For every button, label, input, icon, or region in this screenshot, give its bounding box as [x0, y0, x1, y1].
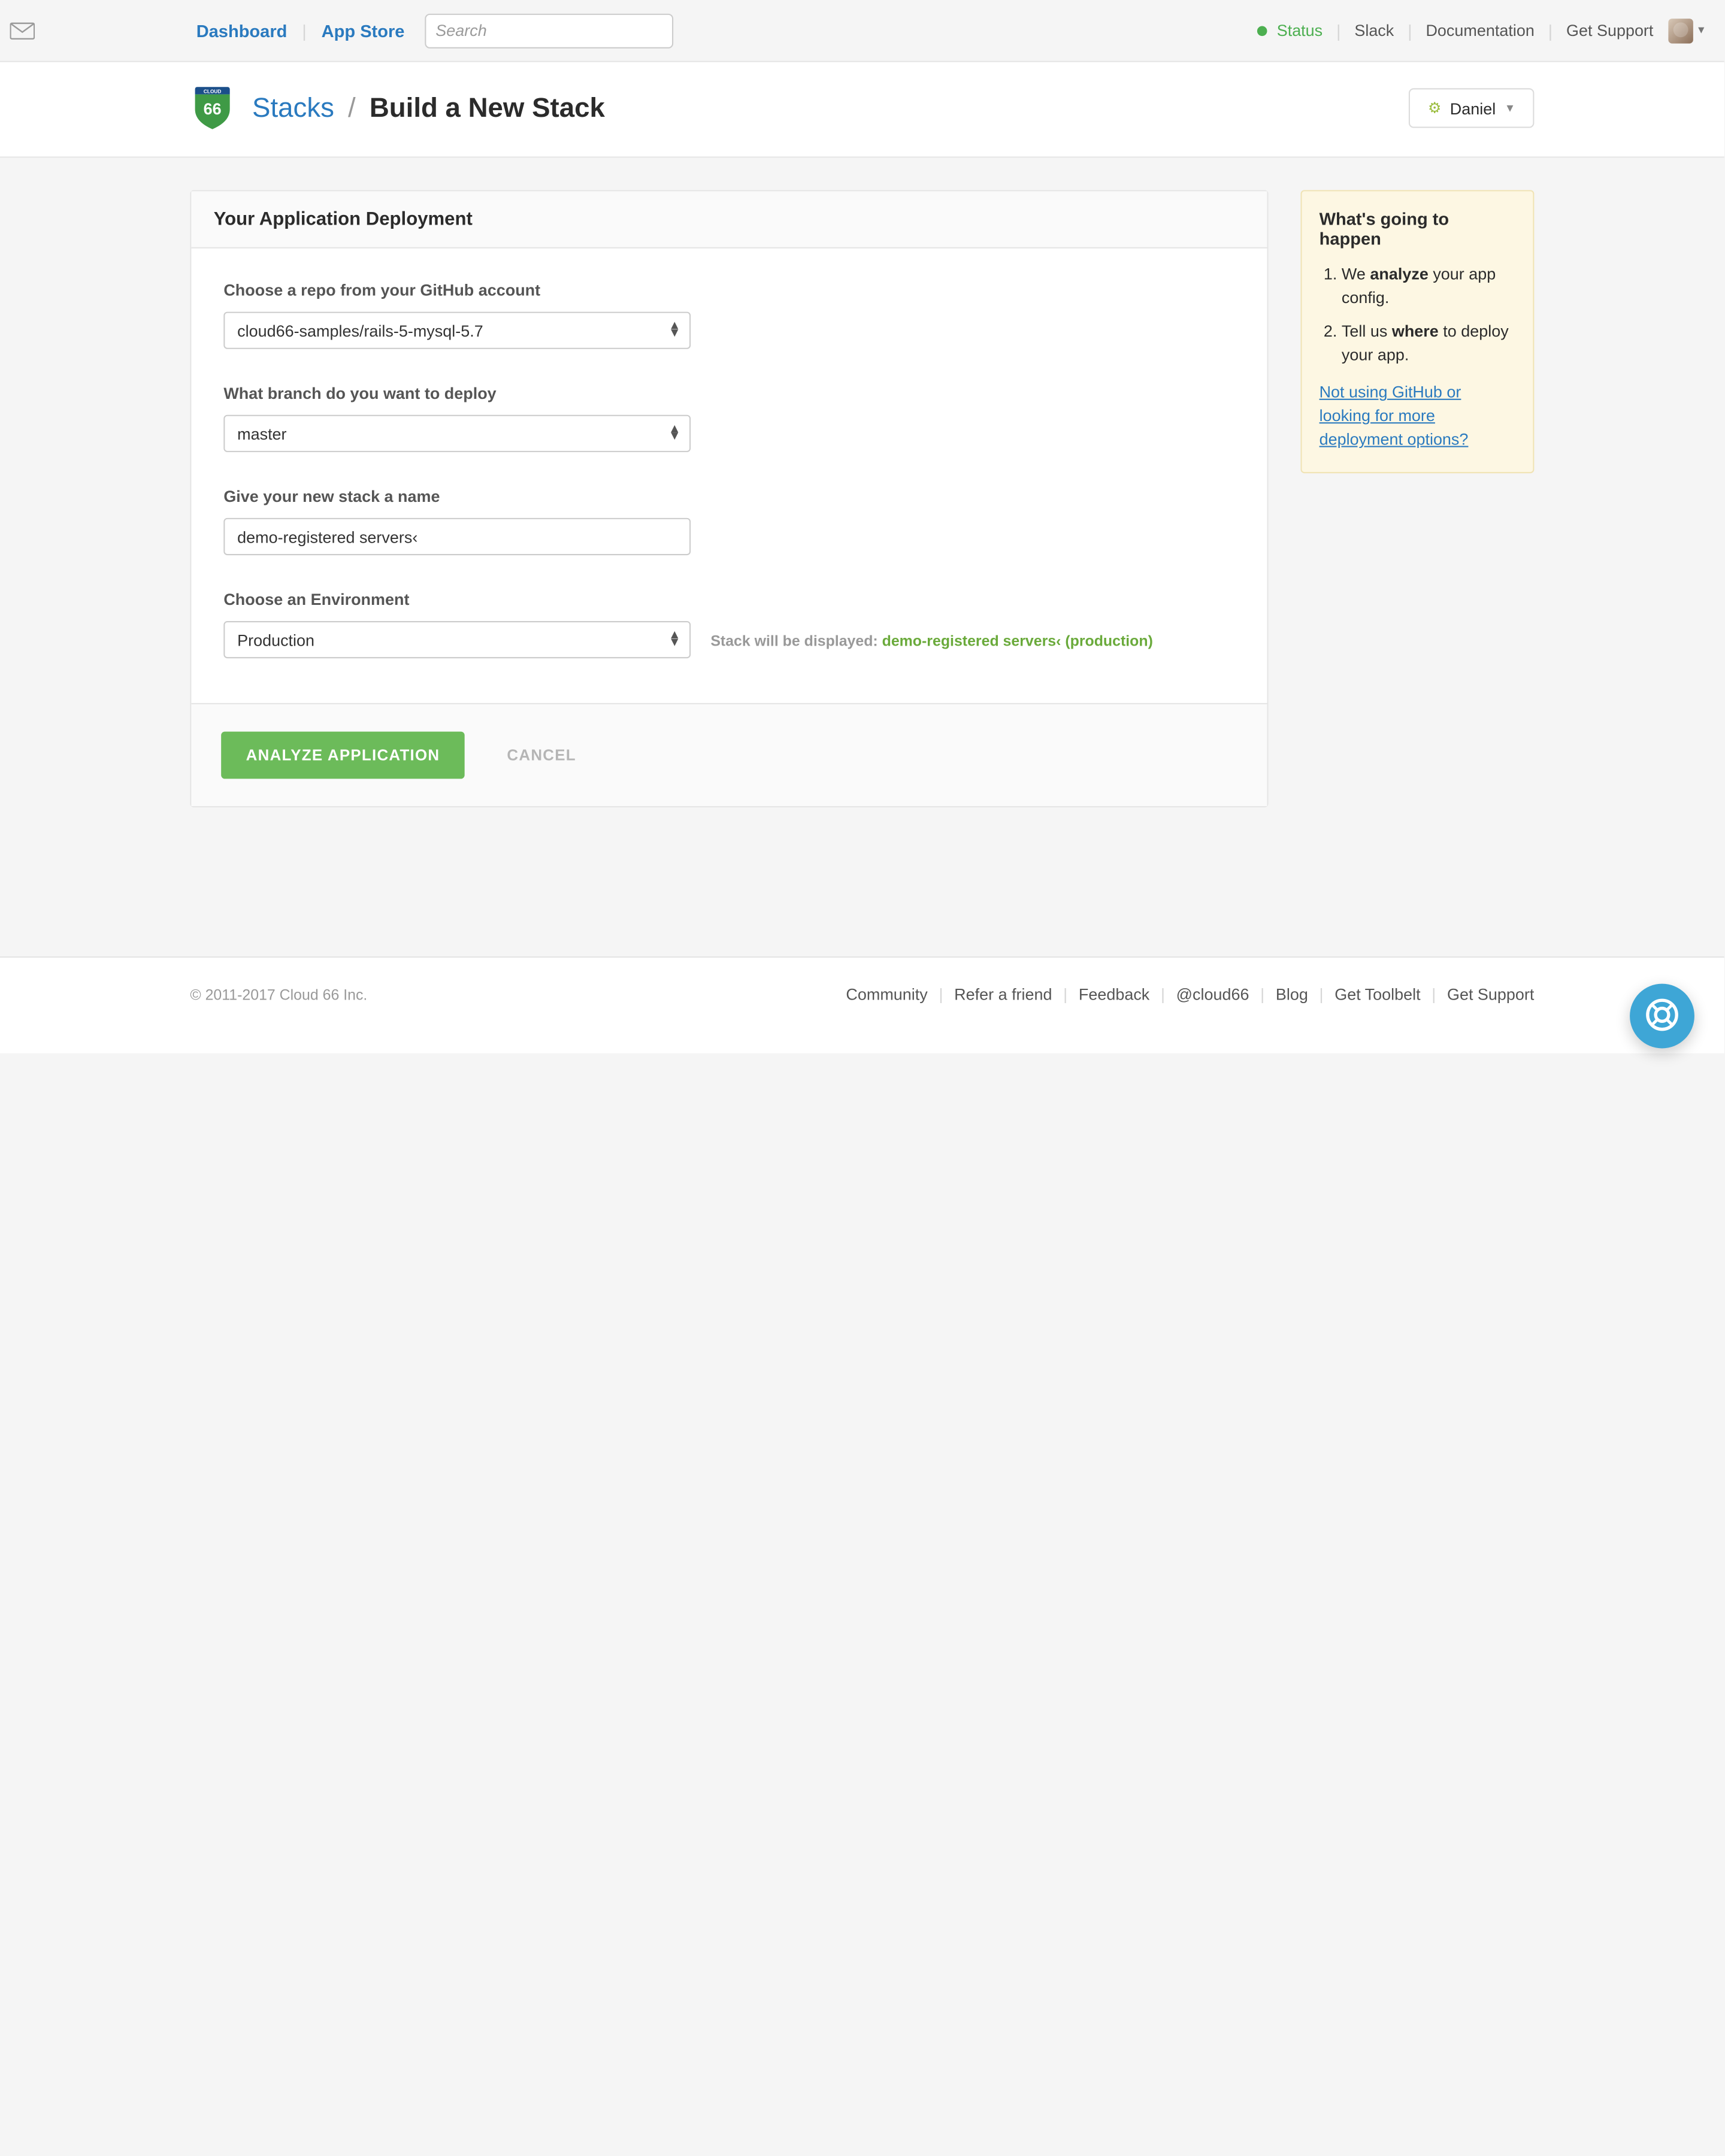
nav-get-support[interactable]: Get Support — [1564, 21, 1656, 40]
status-indicator-icon — [1257, 26, 1267, 36]
lifebuoy-icon — [1645, 997, 1679, 1035]
cloud66-logo-icon: CLOUD 66 — [190, 87, 235, 129]
avatar[interactable] — [1668, 18, 1693, 43]
repo-select[interactable]: cloud66-samples/rails-5-mysql-5.7 — [223, 312, 691, 349]
footer-refer[interactable]: Refer a friend — [954, 985, 1052, 1004]
nav-documentation[interactable]: Documentation — [1423, 21, 1537, 40]
sidebox-title: What's going to happen — [1320, 208, 1516, 248]
footer-feedback[interactable]: Feedback — [1079, 985, 1149, 1004]
nav-slack[interactable]: Slack — [1352, 21, 1396, 40]
branch-label: What branch do you want to deploy — [223, 384, 1234, 402]
environment-label: Choose an Environment — [223, 590, 1234, 608]
svg-text:66: 66 — [204, 100, 222, 118]
stack-display-hint: Stack will be displayed: demo-registered… — [710, 630, 1153, 650]
page-title: Build a New Stack — [370, 92, 605, 123]
sidebox-step-2: Tell us where to deploy your app. — [1342, 320, 1515, 367]
nav-status[interactable]: Status — [1275, 21, 1325, 40]
repo-label: Choose a repo from your GitHub account — [223, 281, 1234, 299]
footer-toolbelt[interactable]: Get Toolbelt — [1334, 985, 1420, 1004]
footer-twitter[interactable]: @cloud66 — [1176, 985, 1249, 1004]
footer-copyright: © 2011-2017 Cloud 66 Inc. — [190, 986, 367, 1003]
analyze-application-button[interactable]: ANALYZE APPLICATION — [221, 732, 465, 779]
user-menu-name: Daniel — [1450, 99, 1496, 117]
breadcrumb: Stacks / Build a New Stack — [252, 92, 605, 124]
nav-separator: | — [302, 20, 307, 40]
nav-dashboard[interactable]: Dashboard — [194, 20, 290, 40]
mail-icon[interactable] — [10, 22, 35, 39]
sidebox-step-1: We analyze your app config. — [1342, 264, 1515, 310]
help-fab-button[interactable] — [1630, 984, 1694, 1049]
user-glyph-icon: ⚙ — [1428, 99, 1441, 117]
breadcrumb-stacks[interactable]: Stacks — [252, 92, 334, 123]
page-header: CLOUD 66 Stacks / Build a New Stack ⚙ Da… — [0, 62, 1724, 158]
cancel-button[interactable]: CANCEL — [507, 746, 576, 764]
top-nav-bar: Dashboard | App Store Status | Slack | D… — [0, 0, 1724, 62]
svg-text:CLOUD: CLOUD — [204, 89, 221, 95]
environment-select[interactable]: Production — [223, 621, 691, 658]
footer-blog[interactable]: Blog — [1276, 985, 1308, 1004]
search-input[interactable] — [425, 13, 673, 48]
footer: © 2011-2017 Cloud 66 Inc. Community | Re… — [0, 956, 1724, 1053]
help-sidebox: What's going to happen We analyze your a… — [1300, 190, 1534, 473]
deployment-panel: Your Application Deployment Choose a rep… — [190, 190, 1268, 807]
nav-app-store[interactable]: App Store — [319, 20, 407, 40]
branch-select[interactable]: master — [223, 415, 691, 452]
footer-support[interactable]: Get Support — [1447, 985, 1534, 1004]
avatar-caret-icon[interactable]: ▾ — [1698, 23, 1704, 37]
stack-name-input[interactable] — [223, 518, 691, 555]
panel-title: Your Application Deployment — [191, 191, 1267, 248]
stack-name-label: Give your new stack a name — [223, 487, 1234, 505]
user-menu-button[interactable]: ⚙ Daniel ▼ — [1409, 88, 1535, 128]
footer-community[interactable]: Community — [846, 985, 927, 1004]
chevron-down-icon: ▼ — [1505, 102, 1516, 114]
sidebox-alt-link[interactable]: Not using GitHub or looking for more dep… — [1320, 383, 1469, 449]
